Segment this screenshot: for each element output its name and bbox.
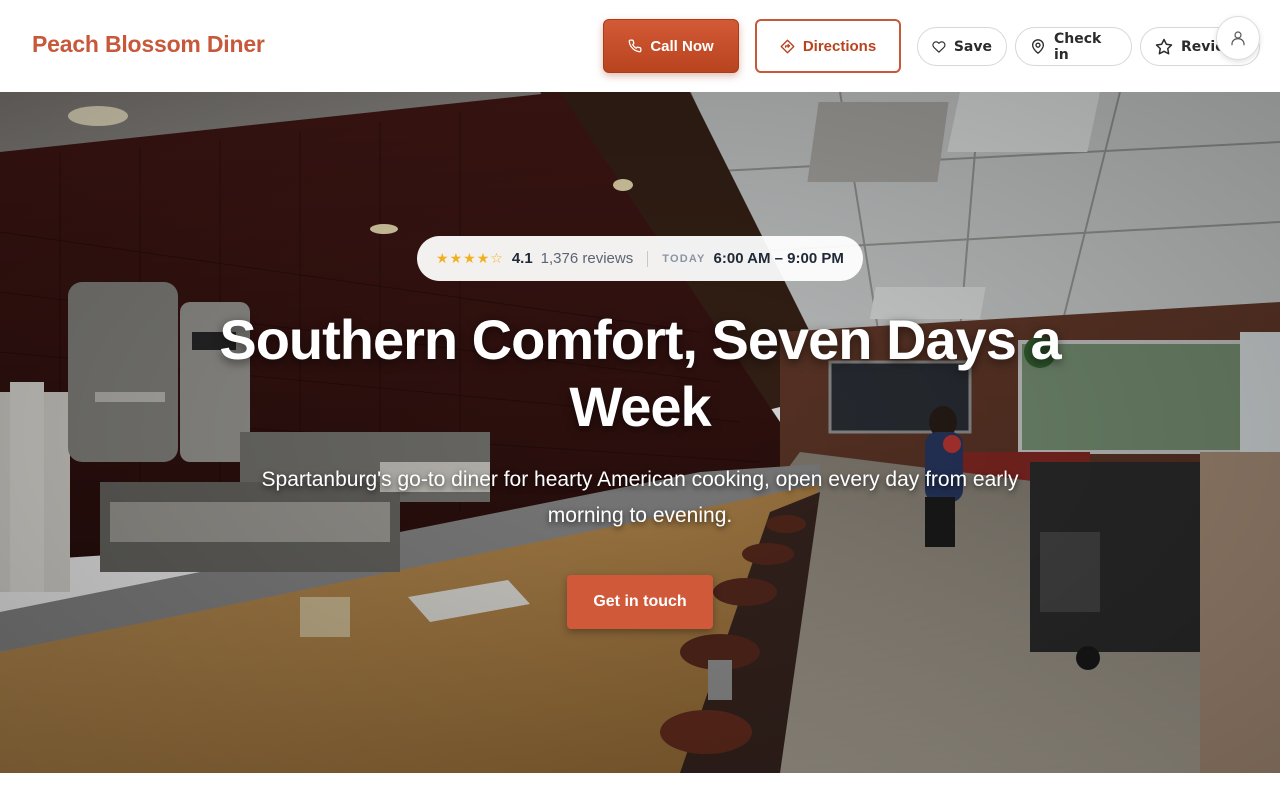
hero-subtitle: Spartanburg's go-to diner for hearty Ame… (261, 468, 1019, 527)
save-label: Save (953, 38, 992, 55)
get-in-touch-button[interactable]: Get in touch (567, 575, 713, 629)
hero-headline: Southern Comfort, Seven Days a Week (219, 308, 1061, 438)
site-header: Peach Blossom Diner Call Now Directions … (0, 0, 1280, 92)
phone-icon (628, 39, 642, 53)
rating-value: 4.1 (511, 250, 533, 267)
pill-divider (647, 250, 649, 267)
rating-star-icon: ☆ (490, 250, 503, 267)
directions-button[interactable]: Directions (755, 19, 901, 73)
user-icon (1231, 31, 1245, 46)
directions-icon (780, 39, 795, 53)
today-label: TODAY (662, 252, 706, 265)
rating-star-icon: ★ (449, 250, 463, 267)
hours-today: 6:00 AM – 9:00 PM (713, 250, 844, 267)
check-in-button[interactable]: Check in (1015, 27, 1132, 66)
rating-star-icon: ★ (476, 250, 490, 267)
map-pin-icon (1031, 39, 1044, 54)
directions-label: Directions (802, 37, 877, 55)
account-button[interactable] (1216, 16, 1260, 60)
heart-icon (932, 40, 946, 53)
call-now-label: Call Now (650, 37, 714, 55)
check-in-label: Check in (1053, 30, 1102, 63)
hero-section: ★ ★ ★ ★ ☆ 4.1 1,376 reviews TODAY 6:00 A… (0, 92, 1280, 773)
rating-hours-pill: ★ ★ ★ ★ ☆ 4.1 1,376 reviews TODAY 6:00 A… (417, 236, 863, 281)
rating-star-icon: ★ (436, 250, 449, 267)
brand-name[interactable]: Peach Blossom Diner (32, 31, 265, 58)
star-rating: ★ ★ ★ ★ ☆ (436, 251, 503, 267)
rating-star-icon: ★ (463, 250, 476, 267)
star-icon (1155, 38, 1173, 54)
call-now-button[interactable]: Call Now (603, 19, 739, 73)
save-button[interactable]: Save (917, 27, 1007, 66)
review-count-link[interactable]: 1,376 reviews (541, 250, 634, 267)
